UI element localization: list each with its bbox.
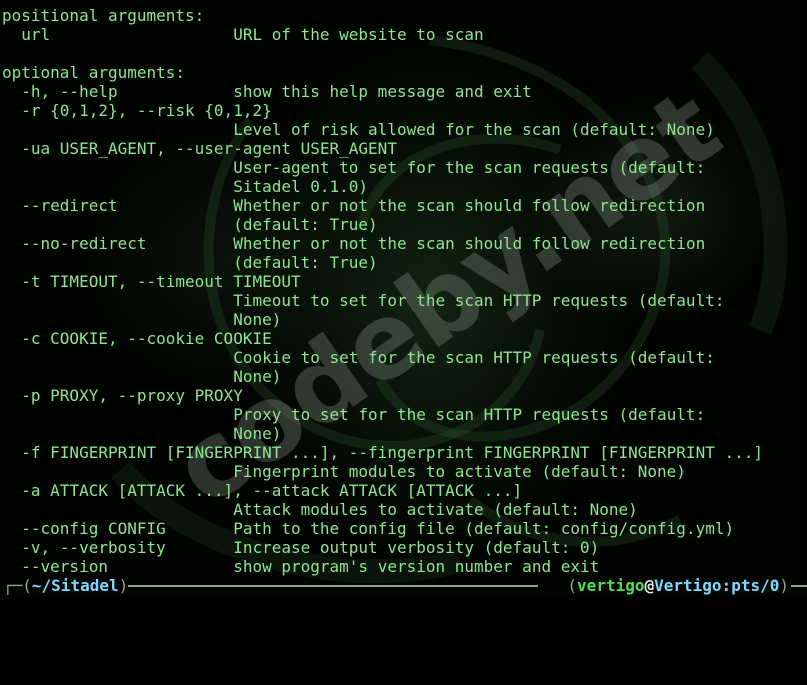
argument-description: show this help message and exit (117, 82, 532, 101)
argument-description-continuation: None) (2, 424, 282, 443)
argument-option: -h, --help (2, 82, 118, 101)
prompt-corner: ┌─( (3, 576, 32, 595)
prompt-user: vertigo (577, 576, 645, 595)
argument-option: -r {0,1,2}, --risk {0,1,2} (2, 101, 272, 120)
argument-description-continuation: Fingerprint modules to activate (default… (2, 462, 686, 481)
optional-argument-row: -h, --help show this help message and ex… (2, 82, 763, 101)
argument-description-continuation: (default: True) (2, 215, 378, 234)
argument-option: -v, --verbosity (2, 538, 166, 557)
optional-argument-row: --version show program's version number … (2, 557, 763, 576)
argument-option: -ua USER_AGENT, --user-agent USER_AGENT (2, 139, 397, 158)
optional-argument-row: -f FINGERPRINT [FINGERPRINT ...], --fing… (2, 443, 763, 462)
optional-argument-row: --no-redirect Whether or not the scan sh… (2, 234, 763, 253)
argument-description-continuation: Level of risk allowed for the scan (defa… (2, 120, 715, 139)
optional-argument-row: -v, --verbosity Increase output verbosit… (2, 538, 763, 557)
optional-argument-row: --config CONFIG Path to the config file … (2, 519, 763, 538)
argument-description-continuation: User-agent to set for the scan requests … (2, 158, 706, 177)
argument-option: --no-redirect (2, 234, 147, 253)
argument-description-continuation: None) (2, 367, 282, 386)
prompt-left-segment: ┌─(~/Sitadel) (3, 577, 128, 595)
argument-description-continuation: (default: True) (2, 253, 378, 272)
prompt-paren: ) (118, 576, 129, 595)
argument-option: -f FINGERPRINT [FINGERPRINT ...], --fing… (2, 443, 763, 462)
prompt-paren: ) (779, 576, 789, 595)
optional-argument-row: -r {0,1,2}, --risk {0,1,2} (2, 101, 763, 120)
shell-prompt: ┌─(~/Sitadel) (vertigo@Vertigo:pts/0) (0, 577, 807, 595)
prompt-host: Vertigo:pts/0 (654, 576, 780, 595)
terminal-output: positional arguments: url URL of the web… (2, 6, 763, 576)
prompt-directory: ~/Sitadel (31, 576, 119, 595)
prompt-corner (799, 585, 807, 597)
section-header-positional: positional arguments: (2, 6, 205, 25)
prompt-at-sign: @ (644, 576, 655, 595)
argument-option: -a ATTACK [ATTACK ...], --attack ATTACK … (2, 481, 523, 500)
argument-option: --redirect (2, 196, 118, 215)
argument-description-continuation: Proxy to set for the scan HTTP requests … (2, 405, 706, 424)
argument-description-continuation: Sitadel 0.1.0) (2, 177, 369, 196)
argument-option: -p PROXY, --proxy PROXY (2, 386, 243, 405)
argument-description: Whether or not the scan should follow re… (146, 234, 706, 253)
prompt-paren: ( (567, 576, 578, 595)
argument-description-continuation: Attack modules to activate (default: Non… (2, 500, 638, 519)
optional-argument-row: -t TIMEOUT, --timeout TIMEOUT (2, 272, 763, 291)
argument-option: -t TIMEOUT, --timeout TIMEOUT (2, 272, 301, 291)
optional-argument-row: -a ATTACK [ATTACK ...], --attack ATTACK … (2, 481, 763, 500)
argument-option: --version (2, 557, 108, 576)
argument-option: -c COOKIE, --cookie COOKIE (2, 329, 272, 348)
argument-description: Increase output verbosity (default: 0) (165, 538, 600, 557)
argument-description: show program's version number and exit (107, 557, 600, 576)
optional-argument-row: -p PROXY, --proxy PROXY (2, 386, 763, 405)
optional-argument-row: -c COOKIE, --cookie COOKIE (2, 329, 763, 348)
argument-option: url (2, 25, 51, 44)
prompt-rule (128, 585, 538, 587)
section-header-optional: optional arguments: (2, 63, 186, 82)
argument-option: --config CONFIG (2, 519, 166, 538)
positional-argument-row: url URL of the website to scan (2, 25, 763, 44)
argument-description-continuation: None) (2, 310, 282, 329)
argument-description: Path to the config file (default: config… (165, 519, 735, 538)
argument-description: Whether or not the scan should follow re… (117, 196, 706, 215)
optional-argument-row: --redirect Whether or not the scan shoul… (2, 196, 763, 215)
argument-description: URL of the website to scan (50, 25, 484, 44)
prompt-right-segment: (vertigo@Vertigo:pts/0) (567, 577, 789, 595)
argument-description-continuation: Timeout to set for the scan HTTP request… (2, 291, 725, 310)
optional-argument-row: -ua USER_AGENT, --user-agent USER_AGENT (2, 139, 763, 158)
argument-description-continuation: Cookie to set for the scan HTTP requests… (2, 348, 715, 367)
